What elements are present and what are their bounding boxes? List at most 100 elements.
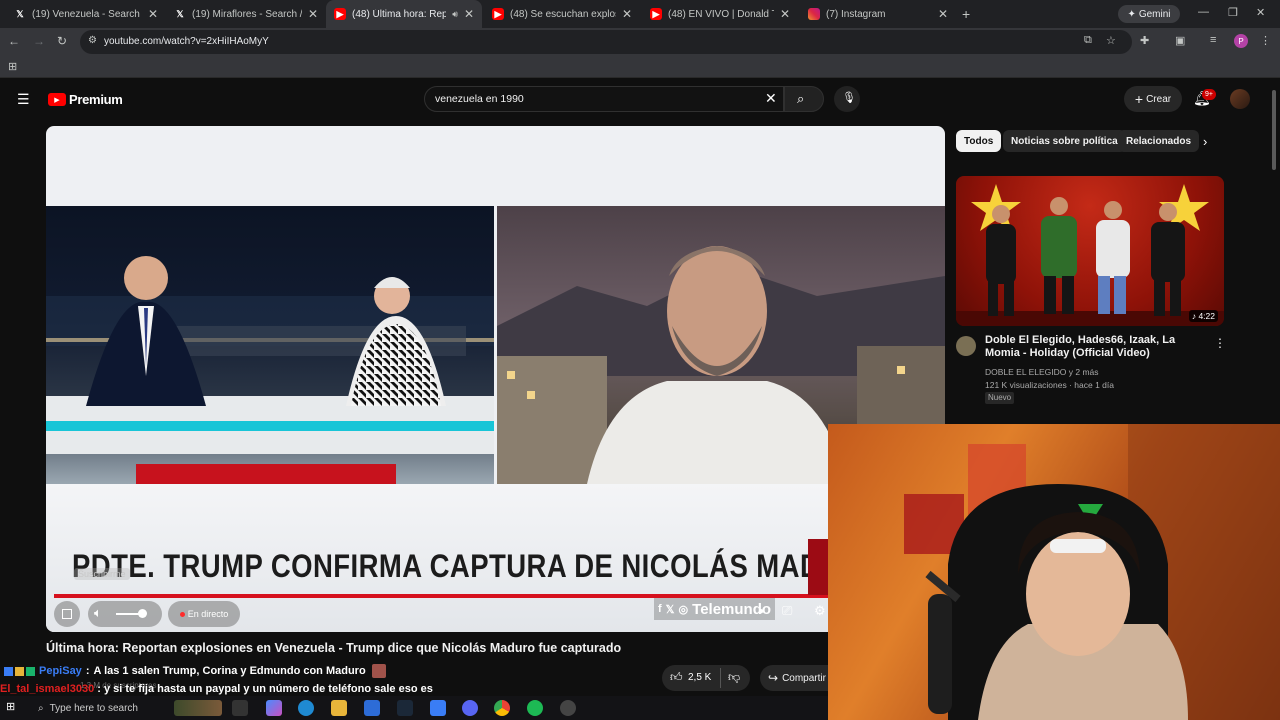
browser-tab[interactable]: (7) Instagram ✕ bbox=[800, 0, 956, 28]
profile-initial: P bbox=[1238, 36, 1244, 46]
chip-related[interactable]: Relacionados bbox=[1118, 130, 1200, 152]
related-channel-name[interactable]: DOBLE EL ELEGIDO y 2 más bbox=[985, 367, 1099, 377]
store-icon[interactable] bbox=[364, 700, 380, 716]
obs-icon[interactable] bbox=[560, 700, 576, 716]
media-controls-icon[interactable]: ≡ bbox=[1210, 34, 1216, 46]
related-video-title[interactable]: Doble El Elegido, Hades66, Izaak, La Mom… bbox=[985, 334, 1205, 360]
address-bar[interactable]: ⚙ youtube.com/watch?v=2xHiIHAoMyY ⧉ ☆ bbox=[80, 30, 1132, 54]
chevron-right-icon[interactable]: › bbox=[1203, 134, 1207, 149]
subscribe-ghost-text: Suscribirme bbox=[74, 568, 130, 580]
badge-icon bbox=[15, 666, 24, 676]
chrome-icon[interactable] bbox=[494, 700, 510, 716]
stop-button[interactable] bbox=[54, 601, 80, 627]
close-icon[interactable]: ✕ bbox=[780, 7, 790, 21]
forward-icon[interactable]: → bbox=[33, 34, 45, 48]
subtitles-icon[interactable]: ⎚ bbox=[782, 603, 792, 619]
site-info-icon[interactable]: ⚙ bbox=[88, 35, 97, 46]
account-avatar[interactable] bbox=[1230, 89, 1250, 109]
search-value: venezuela en 1990 bbox=[435, 93, 524, 105]
back-icon[interactable]: ← bbox=[8, 34, 20, 48]
x-logo-icon: 𝕏 bbox=[16, 8, 24, 19]
edge-browser-icon[interactable] bbox=[298, 700, 314, 716]
volume-slider-thumb[interactable] bbox=[138, 609, 147, 618]
profile-avatar[interactable]: P bbox=[1234, 34, 1248, 48]
clear-search-icon[interactable]: ✕ bbox=[765, 90, 777, 107]
page-scrollbar[interactable] bbox=[1272, 90, 1276, 170]
task-view-icon[interactable] bbox=[232, 700, 248, 716]
more-actions-icon[interactable]: ⋮ bbox=[1214, 336, 1226, 350]
youtube-icon: ▶ bbox=[650, 8, 662, 20]
tab-label: (48) Última hora: Reportan bbox=[352, 8, 447, 20]
minimize-icon[interactable]: — bbox=[1198, 6, 1209, 18]
webcam-scene bbox=[904, 424, 1280, 720]
search-input[interactable]: venezuela en 1990 ✕ bbox=[424, 86, 784, 112]
file-explorer-icon[interactable] bbox=[331, 700, 347, 716]
logo-text: Premium bbox=[69, 92, 123, 107]
tab-label: (19) Venezuela - Search / X bbox=[32, 8, 142, 20]
hamburger-menu-icon[interactable]: ☰ bbox=[17, 91, 30, 108]
microphone-icon: 🎙︎ bbox=[842, 92, 856, 104]
reload-icon[interactable]: ↻ bbox=[57, 34, 67, 48]
x-logo-icon: 𝕏 bbox=[176, 8, 184, 19]
more-menu-icon[interactable]: ⋮ bbox=[1260, 34, 1271, 47]
speaker-icon[interactable]: 🔊︎ bbox=[452, 9, 458, 20]
copilot-icon[interactable] bbox=[266, 700, 282, 716]
channel-avatar[interactable] bbox=[956, 336, 976, 356]
stream-chat-line: PepiSay : A las 1 salen Trump, Corina y … bbox=[0, 662, 386, 680]
browser-tab[interactable]: ▶ (48) Se escuchan explosiones y ✕ bbox=[484, 0, 640, 28]
bookmark-star-icon[interactable]: ☆ bbox=[1106, 34, 1116, 47]
youtube-logo[interactable]: ▶ Premium bbox=[48, 92, 123, 107]
weather-widget-icon[interactable] bbox=[174, 700, 222, 716]
browser-tab[interactable]: 𝕏 (19) Venezuela - Search / X ✕ bbox=[6, 0, 166, 28]
autoplay-toggle-icon[interactable]: ● bbox=[758, 606, 764, 617]
voice-search-button[interactable]: 🎙︎ bbox=[834, 86, 860, 112]
like-count[interactable]: 2,5 K bbox=[688, 672, 711, 683]
close-icon[interactable]: ✕ bbox=[148, 7, 158, 21]
duration-badge: ♪ 4:22 bbox=[1188, 310, 1218, 322]
gemini-button[interactable]: ✦ Gemini bbox=[1118, 5, 1180, 23]
search-button[interactable]: ⌕ bbox=[784, 86, 824, 112]
chip-politics[interactable]: Noticias sobre política bbox=[1003, 130, 1126, 152]
close-icon[interactable]: ✕ bbox=[464, 7, 474, 21]
live-indicator[interactable]: En directo bbox=[168, 601, 240, 627]
side-panel-icon[interactable]: ▣ bbox=[1175, 34, 1185, 47]
browser-tab[interactable]: ▶ (48) EN VIVO | Donald Trump c ✕ bbox=[642, 0, 798, 28]
start-menu-icon[interactable]: ⊞ bbox=[6, 700, 15, 713]
like-icon[interactable]: 👍︎ bbox=[670, 670, 683, 685]
close-icon[interactable]: ✕ bbox=[308, 7, 318, 21]
spotify-icon[interactable] bbox=[527, 700, 543, 716]
chip-all[interactable]: Todos bbox=[956, 130, 1002, 152]
app-icon[interactable] bbox=[430, 700, 446, 716]
plus-icon: + bbox=[1134, 91, 1144, 107]
volume-control[interactable]: 🔈︎ bbox=[88, 601, 162, 627]
studio-scene bbox=[46, 256, 494, 484]
browser-toolbar: ← → ↻ ⚙ youtube.com/watch?v=2xHiIHAoMyY … bbox=[0, 28, 1280, 56]
badge-icon bbox=[4, 666, 13, 676]
instagram-icon bbox=[808, 8, 820, 20]
discord-icon[interactable] bbox=[462, 700, 478, 716]
install-app-icon[interactable]: ⧉ bbox=[1084, 34, 1092, 47]
dislike-icon[interactable]: 👎︎ bbox=[728, 670, 740, 685]
steam-icon[interactable] bbox=[397, 700, 413, 716]
close-icon[interactable]: ✕ bbox=[622, 7, 632, 21]
share-icon: ↪ bbox=[768, 671, 779, 685]
tab-label: (48) Se escuchan explosiones y bbox=[510, 8, 616, 20]
close-icon[interactable]: ✕ bbox=[938, 7, 948, 21]
browser-tab-active[interactable]: ▶ (48) Última hora: Reportan 🔊︎ ✕ bbox=[326, 0, 482, 28]
new-tab-icon[interactable]: + bbox=[962, 6, 970, 22]
apps-grid-icon[interactable]: ⊞ bbox=[8, 60, 17, 73]
related-stats: 121 K visualizaciones · hace 1 día bbox=[985, 380, 1114, 390]
extensions-icon[interactable]: ✚ bbox=[1140, 34, 1149, 47]
settings-gear-icon[interactable]: ⚙ bbox=[814, 603, 826, 619]
video-player[interactable]: PDTE. TRUMP CONFIRMA CAPTURA DE NICOLÁS … bbox=[46, 126, 945, 632]
taskbar-search-input[interactable]: ⌕ Type here to search bbox=[38, 699, 166, 717]
youtube-icon: ▶ bbox=[334, 8, 346, 20]
windows-taskbar: ⊞ ⌕ Type here to search bbox=[0, 696, 828, 720]
create-button[interactable]: + Crear bbox=[1124, 86, 1182, 112]
restore-icon[interactable]: ❐ bbox=[1228, 6, 1238, 19]
youtube-icon: ▶ bbox=[492, 8, 504, 20]
browser-tab[interactable]: 𝕏 (19) Miraflores - Search / X ✕ bbox=[166, 0, 326, 28]
window-close-icon[interactable]: ✕ bbox=[1256, 6, 1265, 19]
streamer-webcam-overlay bbox=[828, 424, 1280, 720]
related-video-thumbnail[interactable]: ♪ 4:22 bbox=[956, 176, 1224, 326]
